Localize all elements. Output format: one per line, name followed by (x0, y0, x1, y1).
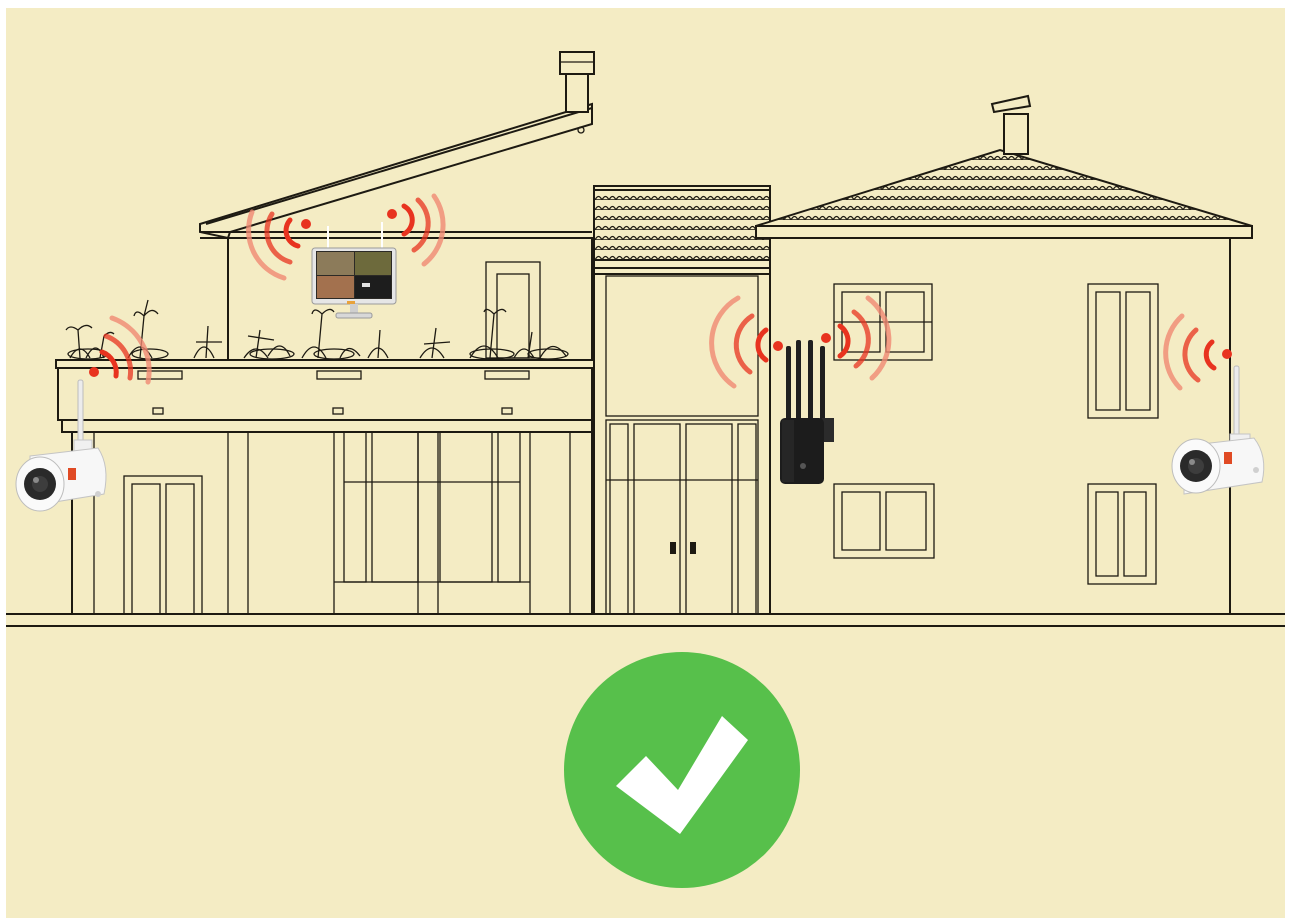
house-wifi-illustration (6, 8, 1285, 918)
house-middle-section (593, 185, 771, 615)
diagram-canvas (0, 0, 1291, 922)
checkmark-icon (564, 652, 800, 888)
